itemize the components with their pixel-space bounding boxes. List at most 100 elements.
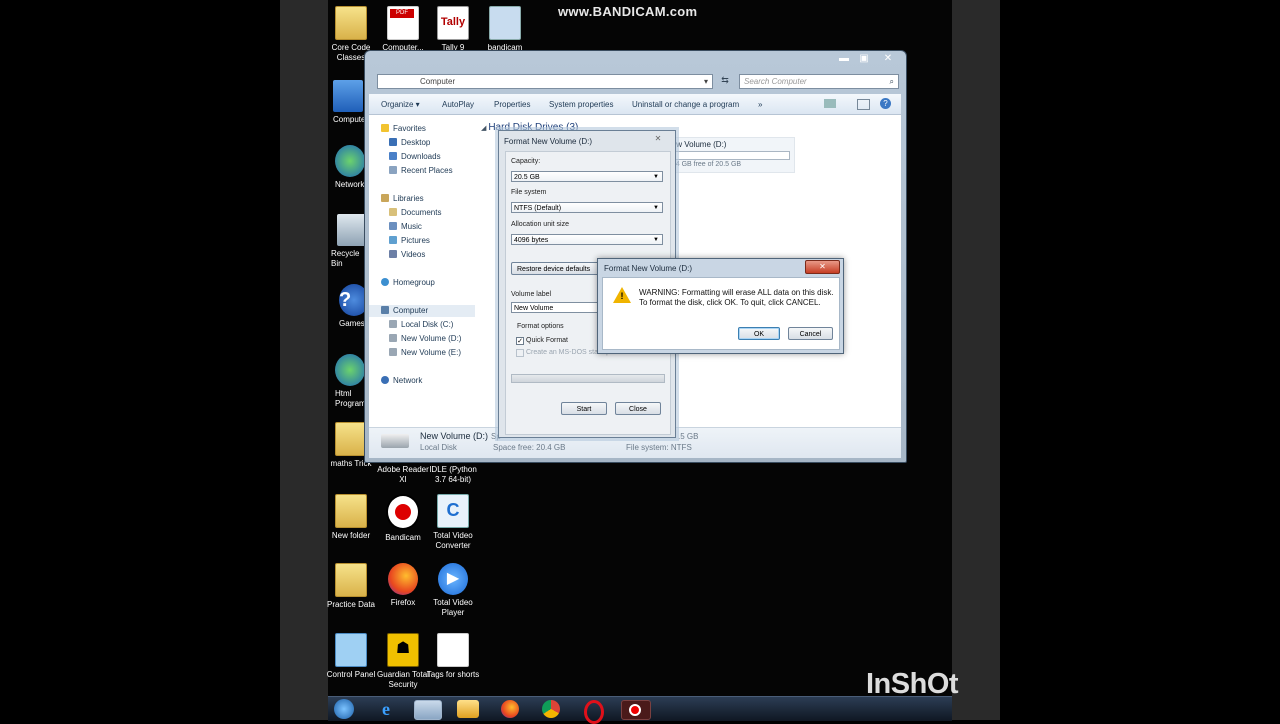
format-warning-dialog[interactable]: Format New Volume (D:) ✕ ! WARNING: Form… bbox=[597, 258, 844, 354]
guardian-icon: ☗ bbox=[387, 633, 419, 667]
opera-icon[interactable] bbox=[584, 700, 604, 724]
documents-icon bbox=[389, 208, 397, 216]
details-total-size: .5 GB bbox=[678, 432, 699, 441]
internet-explorer-icon[interactable]: e bbox=[375, 700, 397, 718]
desktop-icon-total-video-player[interactable]: ▶ Total Video Player bbox=[423, 563, 483, 618]
close-icon[interactable]: ✕ bbox=[875, 52, 901, 66]
search-placeholder: Search Computer bbox=[744, 77, 807, 86]
drive-icon bbox=[389, 334, 397, 342]
recent-places-icon bbox=[389, 166, 397, 174]
chevron-down-icon: ▼ bbox=[653, 174, 659, 180]
desktop-icon-bandicam-folder[interactable]: bandicam bbox=[475, 6, 535, 53]
refresh-icon[interactable]: ⇆ bbox=[715, 74, 735, 87]
uninstall-program-button[interactable]: Uninstall or change a program bbox=[632, 100, 739, 109]
warning-dialog-body: ! WARNING: Formatting will erase ALL dat… bbox=[602, 277, 840, 350]
desktop-icon-idle-python[interactable]: IDLE (Python 3.7 64-bit) bbox=[423, 465, 483, 485]
desktop-icon-practice-data[interactable]: Practice Data bbox=[321, 563, 381, 610]
drive-icon bbox=[389, 320, 397, 328]
details-space-free: Space free: 20.4 GB bbox=[493, 443, 566, 452]
record-icon bbox=[629, 704, 641, 716]
more-commands-button[interactable]: » bbox=[758, 100, 762, 109]
recycle-bin-icon bbox=[337, 214, 367, 246]
firefox-icon[interactable] bbox=[501, 700, 519, 718]
address-bar[interactable]: Computer ▾ bbox=[377, 74, 713, 89]
desktop-icon-new-folder[interactable]: New folder bbox=[321, 494, 381, 541]
capacity-select[interactable]: 20.5 GB ▼ bbox=[511, 171, 663, 182]
desktop-icon-total-video-converter[interactable]: C Total Video Converter bbox=[423, 494, 483, 551]
format-options-label: Format options bbox=[517, 323, 564, 330]
desktop-icon-label: Network bbox=[335, 180, 365, 189]
folder-icon bbox=[335, 563, 367, 597]
file-explorer-icon[interactable] bbox=[414, 700, 442, 720]
bandicam-taskbar-button[interactable] bbox=[621, 700, 651, 720]
desktop-icon-label: Guardian Total Security bbox=[377, 670, 429, 689]
preview-pane-icon[interactable] bbox=[857, 99, 870, 110]
desktop-icon-tags-for-shorts[interactable]: Tags for shorts bbox=[423, 633, 483, 680]
command-bar: Organize ▾ AutoPlay Properties System pr… bbox=[369, 94, 901, 115]
close-icon[interactable]: ✕ bbox=[805, 260, 840, 274]
nav-favorites[interactable]: Favorites bbox=[369, 123, 487, 135]
drive-tile-new-volume-d[interactable]: New Volume (D:) 20.4 GB free of 20.5 GB bbox=[661, 137, 795, 173]
drive-free-space: 20.4 GB free of 20.5 GB bbox=[666, 161, 742, 168]
volume-label-input[interactable]: New Volume bbox=[511, 302, 607, 313]
network-icon bbox=[381, 376, 389, 384]
chevron-down-icon[interactable]: ▾ bbox=[704, 75, 708, 88]
desktop-icon-label: Practice Data bbox=[326, 600, 376, 609]
autoplay-button[interactable]: AutoPlay bbox=[442, 100, 474, 109]
warning-line-1: WARNING: Formatting will erase ALL data … bbox=[639, 288, 834, 297]
bandicam-folder-icon bbox=[489, 6, 521, 40]
nav-computer[interactable]: Computer bbox=[369, 305, 487, 317]
help-icon[interactable]: ? bbox=[880, 98, 891, 109]
desktop-icon-label: IDLE (Python 3.7 64-bit) bbox=[429, 465, 477, 484]
folder-icon bbox=[335, 6, 367, 40]
drive-icon bbox=[389, 348, 397, 356]
organize-button[interactable]: Organize ▾ bbox=[381, 100, 420, 109]
system-properties-button[interactable]: System properties bbox=[549, 100, 613, 109]
quick-format-checkbox[interactable]: ✓ bbox=[516, 337, 524, 345]
ok-button[interactable]: OK bbox=[738, 327, 780, 340]
star-icon bbox=[381, 124, 389, 132]
file-system-select[interactable]: NTFS (Default) ▼ bbox=[511, 202, 663, 213]
desktop-icon-label: Bandicam bbox=[385, 533, 421, 542]
computer-icon bbox=[381, 306, 389, 314]
search-input[interactable]: Search Computer ⌕ bbox=[739, 74, 899, 89]
desktop-icon-label: Firefox bbox=[390, 598, 416, 607]
format-dialog-title: Format New Volume (D:) bbox=[504, 137, 593, 146]
msdos-startup-checkbox[interactable] bbox=[516, 349, 524, 357]
cancel-button[interactable]: Cancel bbox=[788, 327, 833, 340]
checkmark-icon: ✓ bbox=[517, 338, 523, 345]
view-options-icon[interactable] bbox=[824, 99, 836, 108]
desktop-icon-tally[interactable]: Tally Tally 9 bbox=[423, 6, 483, 53]
properties-button[interactable]: Properties bbox=[494, 100, 530, 109]
folder-icon bbox=[335, 494, 367, 528]
computer-icon bbox=[333, 80, 363, 112]
start-button-icon[interactable] bbox=[334, 699, 354, 719]
chrome-icon[interactable] bbox=[542, 700, 560, 718]
drive-icon bbox=[381, 434, 409, 448]
right-letterbox bbox=[952, 0, 1000, 720]
desktop-icon-label: Total Video Player bbox=[433, 598, 473, 617]
desktop-icon-label: New folder bbox=[331, 531, 371, 540]
control-panel-icon bbox=[335, 633, 367, 667]
drive-usage-bar bbox=[666, 151, 790, 160]
warning-icon-mark: ! bbox=[620, 291, 624, 301]
nav-homegroup[interactable]: Homegroup bbox=[369, 277, 487, 289]
desktop-icon-label: Total Video Converter bbox=[433, 531, 473, 550]
video-player-icon: ▶ bbox=[438, 563, 468, 595]
desktop-icon bbox=[389, 138, 397, 146]
text-file-icon bbox=[437, 633, 469, 667]
desktop-icon-label: Control Panel bbox=[326, 670, 376, 679]
allocation-unit-select[interactable]: 4096 bytes ▼ bbox=[511, 234, 663, 245]
start-button[interactable]: Start bbox=[561, 402, 607, 415]
video-converter-icon: C bbox=[437, 494, 469, 528]
desktop-icon-control-panel[interactable]: Control Panel bbox=[321, 633, 381, 680]
maximize-icon[interactable]: ▣ bbox=[852, 52, 876, 66]
details-drive-name: New Volume (D:) bbox=[420, 431, 489, 441]
desktop-icon-label: Computer bbox=[333, 115, 369, 124]
media-player-icon[interactable] bbox=[457, 700, 479, 718]
close-button[interactable]: Close bbox=[615, 402, 661, 415]
nav-libraries[interactable]: Libraries bbox=[369, 193, 487, 205]
restore-defaults-button[interactable]: Restore device defaults bbox=[511, 262, 607, 275]
close-icon[interactable]: ✕ bbox=[649, 134, 667, 144]
nav-network[interactable]: Network bbox=[369, 375, 487, 387]
